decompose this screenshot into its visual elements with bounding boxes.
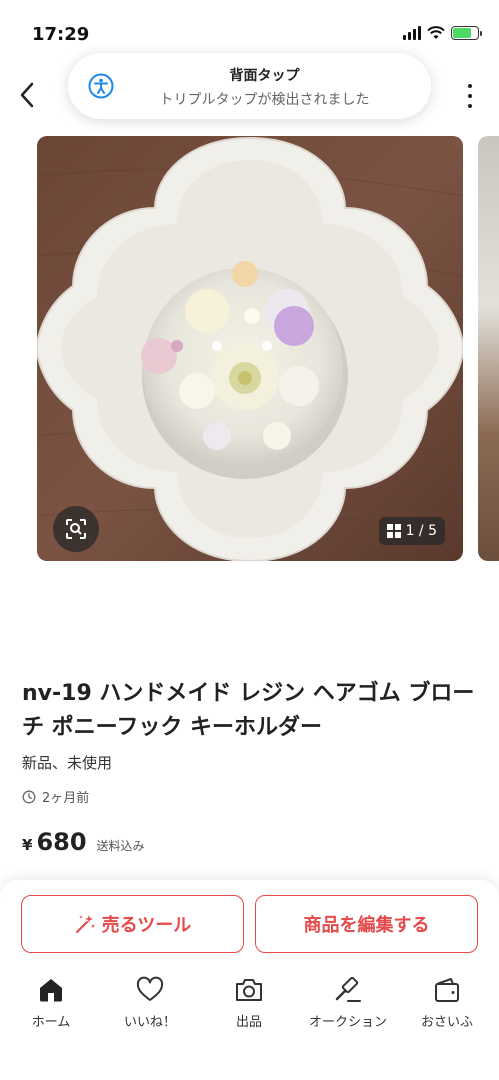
tab-wallet-label: おさいふ <box>420 1015 473 1030</box>
dot <box>468 84 472 88</box>
next-image-peek[interactable] <box>478 136 499 561</box>
more-options-button[interactable] <box>465 84 475 108</box>
posted-time-text: 2ヶ月前 <box>42 791 90 806</box>
dot <box>468 94 472 98</box>
shipping-note: 送料込み <box>96 839 145 853</box>
tab-likes-label: いいね！ <box>123 1015 176 1030</box>
sparkle-wand-icon <box>75 915 95 933</box>
toast-message: トリプルタップが検出されました <box>159 92 370 108</box>
status-icons <box>403 26 482 40</box>
back-button[interactable] <box>14 80 40 110</box>
battery-icon <box>451 26 482 40</box>
tab-auction-label: オークション <box>308 1015 387 1030</box>
tab-sell[interactable]: 出品 <box>204 975 294 1030</box>
posted-time: 2ヶ月前 <box>22 787 89 806</box>
edit-item-label: 商品を編集する <box>303 915 430 936</box>
tab-wallet[interactable]: おさいふ <box>402 975 492 1030</box>
tab-likes[interactable]: いいね！ <box>105 975 195 1030</box>
image-counter-text: 1 / 5 <box>405 523 437 539</box>
edit-item-button[interactable]: 商品を編集する <box>255 895 478 953</box>
tab-bar: ホーム いいね！ 出品 オークション おさいふ <box>0 975 499 1035</box>
status-bar: 17:29 <box>0 0 499 60</box>
status-time: 17:29 <box>32 24 90 45</box>
currency-symbol: ¥ <box>22 836 33 854</box>
clock-icon <box>22 790 36 803</box>
sell-tool-label: 売るツール <box>101 915 192 936</box>
heart-icon <box>136 976 164 1001</box>
toast-title: 背面タップ <box>229 68 300 84</box>
tab-home-label: ホーム <box>31 1015 71 1030</box>
bottom-action-sheet: 売るツール 商品を編集する ホーム いいね！ 出品 オークション おさいふ <box>0 880 499 1080</box>
gavel-icon <box>335 976 361 1002</box>
tab-sell-label: 出品 <box>235 1015 262 1030</box>
wallet-icon <box>435 978 459 1002</box>
product-image-gallery[interactable]: 1 / 5 <box>37 136 463 561</box>
home-icon <box>40 979 62 1002</box>
tab-home[interactable]: ホーム <box>6 975 96 1030</box>
image-counter[interactable]: 1 / 5 <box>378 517 445 545</box>
product-condition: 新品、未使用 <box>22 754 113 772</box>
grid-icon <box>386 524 401 538</box>
signal-icon <box>403 26 421 40</box>
image-search-button[interactable] <box>53 506 99 552</box>
price-row: ¥ 680 送料込み <box>22 828 145 856</box>
camera-icon <box>236 979 262 1001</box>
price: 680 <box>36 828 87 856</box>
tab-auction[interactable]: オークション <box>303 975 393 1030</box>
sell-tool-button[interactable]: 売るツール <box>21 895 244 953</box>
scan-search-icon <box>66 519 86 539</box>
accessibility-toast: 背面タップ トリプルタップが検出されました <box>68 53 431 119</box>
product-title: nv-19 ハンドメイド レジン ヘアゴム ブローチ ポニーフック キーホルダー <box>22 681 475 740</box>
dot <box>468 104 472 108</box>
wifi-icon <box>427 26 445 39</box>
chevron-left-icon <box>20 82 34 108</box>
product-photo <box>37 136 463 561</box>
